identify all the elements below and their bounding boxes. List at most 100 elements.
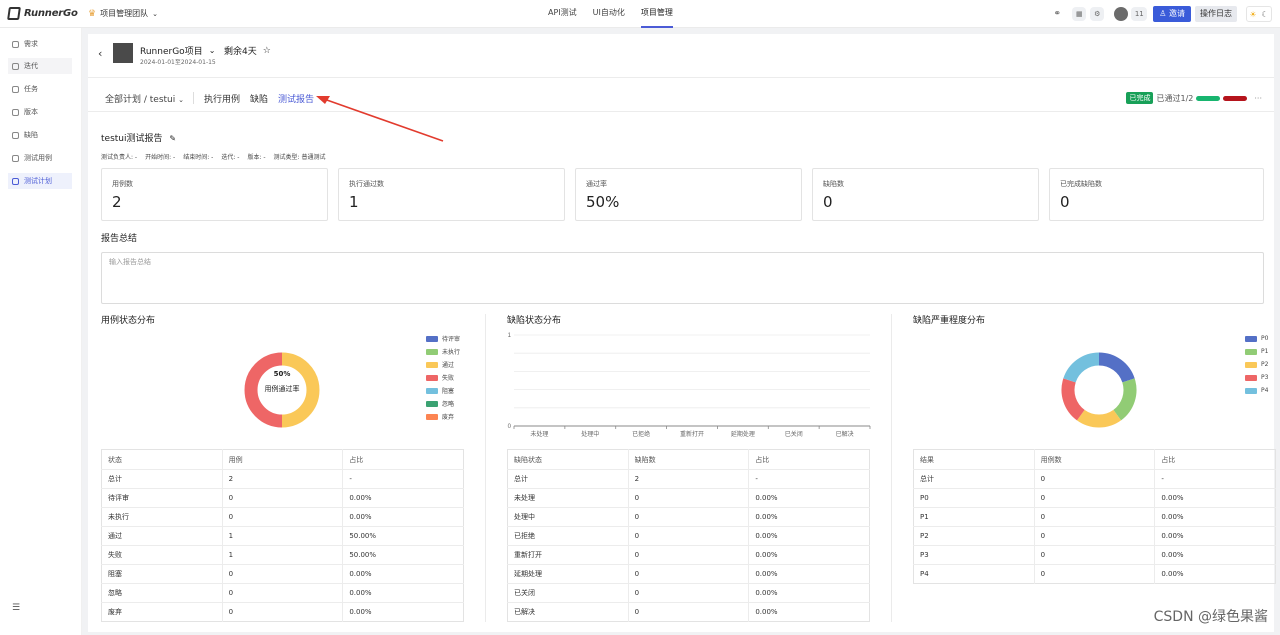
report-card: ‹ RunnerGo项目 ⌄ 2024-01-01至2024-01-15 剩余4… [88, 34, 1276, 632]
table-cell: 0.00% [748, 545, 870, 565]
nav-api-test[interactable]: API测试 [548, 0, 577, 28]
table-row: 总计 0- [913, 469, 1276, 489]
column-divider [891, 314, 892, 622]
legend-item[interactable]: 待评审 [426, 332, 460, 345]
legend-label: 待评审 [442, 336, 461, 343]
slice-P2 [1076, 409, 1122, 428]
logo[interactable]: RunnerGo [7, 7, 78, 20]
legend-item[interactable]: P2 [1245, 358, 1268, 371]
tab-executed-cases[interactable]: 执行用例 [204, 92, 240, 105]
meta-iteration: 迭代: - [221, 154, 240, 161]
sidebar-item-iteration[interactable]: 迭代 [8, 58, 72, 74]
theme-toggle[interactable]: ☀ ☾ [1246, 6, 1272, 22]
sidebar-item-version[interactable]: 版本 [8, 104, 72, 120]
x-tick-label: 重新打开 [680, 430, 704, 437]
table-cell: 1 [221, 545, 343, 565]
edit-icon[interactable]: ✎ [169, 134, 176, 143]
chevron-down-icon: ⌄ [152, 9, 158, 18]
stat-label: 执行通过数 [349, 180, 384, 188]
brand-name: RunnerGo [24, 8, 78, 19]
case-status-legend: 待评审未执行 通过 失败 阻塞 忽略 废弃 [426, 332, 460, 423]
table-cell: 0.00% [1154, 564, 1276, 584]
legend-swatch [1245, 387, 1257, 394]
member-count[interactable]: 11 [1131, 7, 1148, 21]
table-cell: 0 [1033, 564, 1155, 584]
stat-card-fixed-bugs: 已完成缺陷数 0 [1049, 168, 1264, 221]
team-switcher[interactable]: ♛ 项目管理团队 ⌄ [88, 8, 158, 19]
legend-item[interactable]: 阻塞 [426, 384, 460, 397]
table-cell: P1 [913, 507, 1035, 527]
back-arrow-icon[interactable]: ‹ [98, 47, 102, 60]
report-title-row: testui测试报告 ✎ [101, 131, 176, 144]
plan-selector[interactable]: 全部计划 / testui ⌄ [105, 92, 184, 105]
invite-button[interactable]: ♙ 邀请 [1153, 6, 1191, 22]
meta-start-time: 开始时间: - [145, 154, 176, 161]
summary-textarea[interactable]: 输入报告总结 [101, 252, 1264, 304]
table-cell: 0.00% [1154, 526, 1276, 546]
table-cell: 已解决 [507, 602, 629, 622]
member-avatar[interactable] [1114, 7, 1129, 21]
meta-owner: 测试负责人: - [101, 154, 138, 161]
table-cell: 0 [627, 583, 749, 603]
more-icon[interactable]: ··· [1254, 94, 1262, 103]
nav-project-management[interactable]: 项目管理 [640, 0, 673, 28]
tab-bugs[interactable]: 缺陷 [250, 92, 268, 105]
legend-item[interactable]: P3 [1245, 371, 1268, 384]
table-cell: 延期处理 [507, 564, 629, 584]
divider [193, 92, 194, 104]
sidebar-item-requirements[interactable]: 需求 [8, 36, 72, 52]
nav-ui-automation[interactable]: UI自动化 [593, 0, 625, 28]
x-tick-label: 处理中 [581, 430, 599, 437]
severity-donut [1061, 352, 1137, 428]
slice-P4 [1063, 352, 1100, 383]
legend-item[interactable]: P1 [1245, 345, 1268, 358]
project-name-row[interactable]: RunnerGo项目 ⌄ [140, 44, 215, 57]
table-row: 已关闭 0 0.00% [507, 583, 870, 603]
legend-item[interactable]: 未执行 [426, 345, 460, 358]
plan-subnav: 全部计划 / testui ⌄ 执行用例 缺陷 测试报告 已完成 已通过1/2 … [88, 82, 1274, 112]
star-icon[interactable]: ☆ [263, 46, 271, 56]
settings-icon[interactable]: ⚙ [1090, 7, 1105, 21]
table-header: 状态 用例 占比 [102, 449, 464, 470]
plan-tabs: 执行用例 缺陷 测试报告 [204, 92, 314, 105]
table-row: 重新打开 0 0.00% [507, 545, 870, 565]
donut-center-label: 用例通过率 [264, 385, 300, 393]
table-cell: 2 [627, 469, 749, 489]
table-cell: 0 [1033, 469, 1155, 489]
sidebar-item-label: 任务 [24, 85, 38, 93]
table-row: P1 0 0.00% [913, 507, 1276, 527]
legend-swatch [1245, 374, 1257, 381]
table-cell: 0 [221, 564, 343, 584]
legend-item[interactable]: 忽略 [426, 397, 460, 410]
legend-swatch [426, 387, 438, 394]
table-row: 待评审 0 0.00% [101, 488, 464, 508]
table-header: 缺陷状态 缺陷数 占比 [508, 449, 870, 470]
table-cell: 总计 [913, 469, 1035, 489]
operation-log-button[interactable]: 操作日志 [1195, 6, 1237, 22]
legend-item[interactable]: 失败 [426, 371, 460, 384]
share-icon[interactable]: ⚭ [1050, 7, 1064, 21]
table-row: 废弃 0 0.00% [101, 602, 464, 622]
table-row: 已解决 0 0.00% [507, 602, 870, 622]
sidebar-item-bug[interactable]: 缺陷 [8, 127, 72, 143]
table-cell: 占比 [1154, 449, 1276, 470]
legend-item[interactable]: P0 [1245, 332, 1268, 345]
sidebar-item-task[interactable]: 任务 [8, 81, 72, 97]
apps-icon[interactable]: ▦ [1072, 7, 1087, 21]
legend-swatch [1245, 335, 1257, 342]
stat-value: 2 [112, 193, 122, 211]
sidebar-item-testcase[interactable]: 测试用例 [8, 150, 72, 166]
legend-item[interactable]: 废弃 [426, 410, 460, 423]
legend-label: P1 [1261, 348, 1269, 355]
user-add-icon: ♙ [1159, 9, 1167, 18]
legend-item[interactable]: P4 [1245, 384, 1268, 397]
legend-swatch [426, 374, 438, 381]
sidebar-item-label: 迭代 [24, 62, 38, 70]
slice-P0 [1098, 352, 1135, 383]
sidebar-item-testplan[interactable]: 测试计划 [8, 173, 72, 189]
column-divider [485, 314, 486, 622]
collapse-menu-icon[interactable]: ☰ [12, 603, 20, 613]
legend-item[interactable]: 通过 [426, 358, 460, 371]
bug-dist-title: 缺陷状态分布 [507, 316, 562, 326]
table-cell: 占比 [748, 449, 870, 470]
